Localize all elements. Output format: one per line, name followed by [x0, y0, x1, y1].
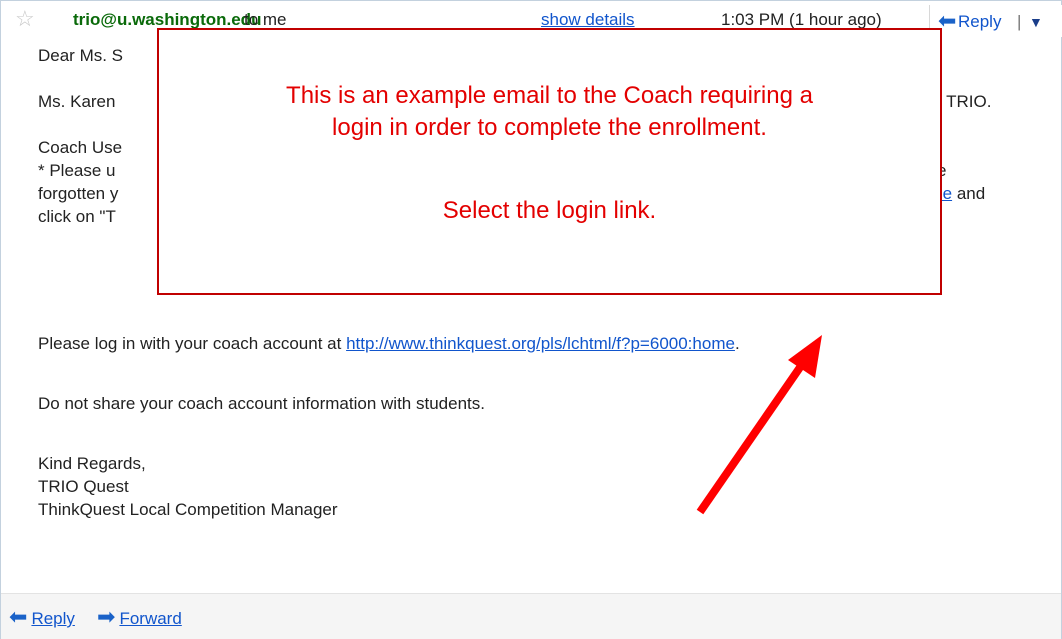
reply-button[interactable]: Reply — [958, 11, 1001, 33]
dropdown-triangle-icon[interactable]: ▼ — [1029, 11, 1043, 33]
click-on-line: click on "T — [38, 207, 116, 226]
coach-user-heading: Coach Use — [38, 138, 123, 157]
forgotten-line-tail: and — [956, 184, 986, 203]
login-line: Please log in with your coach account at… — [38, 334, 740, 354]
overlay-line-2: login in order to complete the enrollmen… — [332, 114, 767, 141]
bullet-line-start: * Please u — [38, 161, 116, 180]
overlay-line-3: Select the login link. — [442, 197, 657, 224]
forward-arrow-icon: ➡ — [97, 604, 116, 629]
instruction-overlay: This is an example email to the Coach re… — [157, 28, 942, 295]
footer-reply-button[interactable]: ⬅ Reply — [9, 606, 75, 630]
reply-arrow-icon: ⬅ — [9, 604, 28, 629]
karen-line-start: Ms. Karen — [38, 92, 116, 111]
login-link[interactable]: http://www.thinkquest.org/pls/lchtml/f?p… — [346, 334, 735, 353]
signoff-line: Kind Regards, — [38, 454, 146, 473]
button-separator: | — [1017, 12, 1022, 31]
share-warning-line: Do not share your coach account informat… — [38, 394, 485, 413]
star-icon[interactable]: ☆ — [15, 7, 35, 31]
signature-name: TRIO Quest — [38, 477, 129, 496]
reply-button-group: ⬅ Reply | ▼ — [929, 5, 1062, 37]
greeting-line: Dear Ms. S — [38, 46, 124, 65]
forgotten-line-start: forgotten y — [38, 184, 119, 203]
footer-forward-button[interactable]: ➡ Forward — [97, 606, 182, 630]
footer-reply-label: Reply — [31, 609, 75, 628]
login-instruction: Please log in with your coach account at — [38, 334, 342, 353]
message-footer: ⬅ Reply ➡ Forward — [1, 593, 1061, 639]
footer-forward-label: Forward — [119, 609, 182, 628]
signature-title: ThinkQuest Local Competition Manager — [38, 500, 338, 519]
login-period: . — [734, 334, 740, 353]
overlay-line-1: This is an example email to the Coach re… — [286, 82, 813, 109]
